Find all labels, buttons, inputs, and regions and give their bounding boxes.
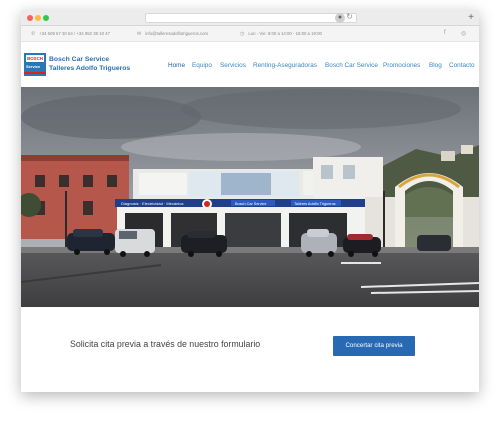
nav-equipo[interactable]: Equipo xyxy=(192,62,212,69)
hours-text: Lun - Vie: 9:00 a 14:00 - 16:00 a 19:00 xyxy=(248,31,322,36)
nav-contacto[interactable]: Contacto xyxy=(449,62,475,69)
email-text[interactable]: info@talleresadolfotrigueros.com xyxy=(145,31,208,36)
appointment-section: Solicita cita previa a través de nuestro… xyxy=(21,307,479,392)
appointment-text: Solicita cita previa a través de nuestro… xyxy=(70,339,261,349)
reload-icon[interactable]: ↻ xyxy=(346,12,353,21)
nav-bosch-car-service[interactable]: Bosch Car Service xyxy=(325,62,378,69)
address-bar[interactable]: ↻ xyxy=(145,12,357,23)
email-info[interactable]: ✉ info@talleresadolfotrigueros.com xyxy=(137,31,208,37)
instagram-icon[interactable]: ◎ xyxy=(461,30,466,37)
sign-right-text: Talleres Adolfo Trigueros xyxy=(294,202,336,206)
browser-chrome: ↻ ● + xyxy=(21,10,479,26)
nav-home[interactable]: Home xyxy=(168,62,185,69)
nav-promociones[interactable]: Promociones xyxy=(383,62,420,69)
facebook-icon[interactable]: f xyxy=(444,30,446,36)
sign-center-text: Bosch Car Service xyxy=(235,202,266,206)
hours-info: ◷ Lun - Vie: 9:00 a 14:00 - 16:00 a 19:00 xyxy=(240,31,322,37)
maximize-window-button[interactable] xyxy=(43,15,49,21)
site-header: BOSCH Service Bosch Car Service Talleres… xyxy=(21,43,479,87)
workshop-photo: Diagnosis · Electricidad · Mecánica Bosc… xyxy=(21,87,479,307)
road xyxy=(21,247,479,307)
nav-blog[interactable]: Blog xyxy=(429,62,442,69)
extension-icon[interactable]: ● xyxy=(335,13,345,23)
logo-top-text: BOSCH xyxy=(26,55,44,62)
phone-icon: ✆ xyxy=(31,31,36,37)
book-appointment-button[interactable]: Concertar cita previa xyxy=(333,336,415,356)
nav-renting-aseguradoras[interactable]: Renting-Aseguradoras xyxy=(253,62,317,69)
hero-photo: Diagnosis · Electricidad · Mecánica Bosc… xyxy=(21,87,479,307)
main-nav: Home Equipo Servicios Renting-Asegurador… xyxy=(21,62,479,72)
phone-text: +34 609 67 30 54 / +34 952 39 10 47 xyxy=(39,31,110,36)
close-window-button[interactable] xyxy=(27,15,33,21)
top-info-bar: ✆ +34 609 67 30 54 / +34 952 39 10 47 ✉ in… xyxy=(21,26,479,42)
browser-window: ↻ ● + ✆ +34 609 67 30 54 / +34 952 39 10 … xyxy=(21,10,479,392)
clock-icon: ◷ xyxy=(240,31,245,37)
envelope-icon: ✉ xyxy=(137,31,142,37)
new-tab-button[interactable]: + xyxy=(466,13,476,23)
phone-info: ✆ +34 609 67 30 54 / +34 952 39 10 47 xyxy=(31,31,110,37)
logo-stripe xyxy=(24,72,46,74)
minimize-window-button[interactable] xyxy=(35,15,41,21)
sign-left-text: Diagnosis · Electricidad · Mecánica xyxy=(121,201,184,206)
nav-servicios[interactable]: Servicios xyxy=(220,62,246,69)
